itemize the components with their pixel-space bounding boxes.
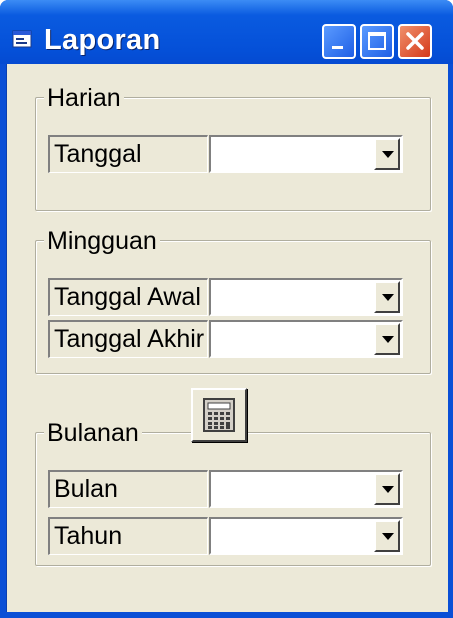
tanggal-akhir-dropdown-button[interactable] — [374, 323, 400, 355]
group-bulanan-legend: Bulanan — [44, 419, 142, 447]
tahun-dropdown-button[interactable] — [374, 520, 400, 552]
maximize-icon — [368, 32, 386, 50]
bulan-label: Bulan — [48, 470, 208, 508]
chevron-down-icon — [382, 336, 394, 343]
group-harian-legend: Harian — [44, 84, 124, 112]
tahun-label: Tahun — [48, 517, 208, 555]
client-area: Harian Tanggal Mingguan Tanggal Awal Tan… — [6, 64, 448, 612]
calculator-icon — [203, 398, 235, 432]
chevron-down-icon — [382, 486, 394, 493]
chevron-down-icon — [382, 533, 394, 540]
tanggal-awal-label: Tanggal Awal — [48, 278, 208, 316]
tanggal-awal-combo[interactable] — [209, 278, 403, 316]
tanggal-label: Tanggal — [48, 135, 208, 173]
window-title: Laporan — [44, 24, 161, 56]
window-frame-bottom — [0, 612, 453, 618]
chevron-down-icon — [382, 294, 394, 301]
calculator-button[interactable] — [191, 388, 247, 442]
close-button[interactable] — [398, 24, 432, 59]
tanggal-combo[interactable] — [209, 135, 403, 173]
tanggal-awal-dropdown-button[interactable] — [374, 281, 400, 313]
chevron-down-icon — [382, 151, 394, 158]
tahun-combo[interactable] — [209, 517, 403, 555]
maximize-button[interactable] — [360, 24, 394, 59]
minimize-icon — [332, 46, 343, 49]
bulan-dropdown-button[interactable] — [374, 473, 400, 505]
form-icon[interactable] — [12, 30, 32, 48]
tanggal-akhir-label: Tanggal Akhir — [48, 320, 208, 358]
close-icon — [406, 32, 424, 50]
minimize-button[interactable] — [322, 24, 356, 59]
tanggal-dropdown-button[interactable] — [374, 138, 400, 170]
tanggal-akhir-combo[interactable] — [209, 320, 403, 358]
bulan-combo[interactable] — [209, 470, 403, 508]
laporan-window: Laporan Harian Tanggal Mingguan Tanggal … — [0, 0, 453, 618]
group-mingguan-legend: Mingguan — [44, 227, 160, 255]
